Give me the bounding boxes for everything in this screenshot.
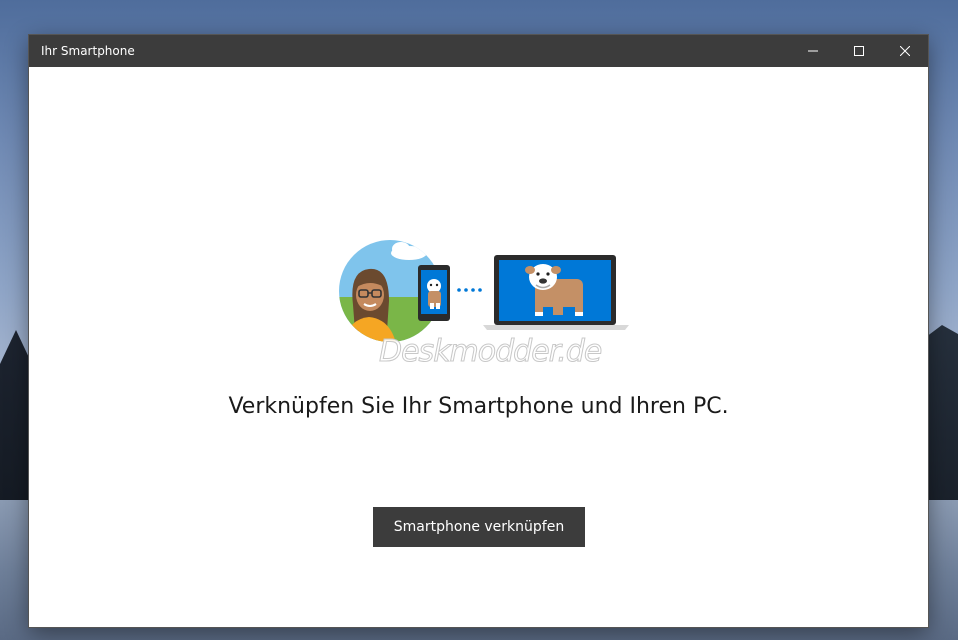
laptop-icon bbox=[483, 255, 629, 330]
content-area: Deskmodder.de Verknüpfen Sie Ihr Smartph… bbox=[29, 67, 928, 627]
maximize-icon bbox=[854, 46, 864, 56]
title-bar[interactable]: Ihr Smartphone bbox=[29, 35, 928, 67]
close-icon bbox=[900, 46, 910, 56]
watermark: Deskmodder.de bbox=[378, 334, 602, 370]
maximize-button[interactable] bbox=[836, 35, 882, 67]
minimize-button[interactable] bbox=[790, 35, 836, 67]
app-window: Ihr Smartphone Deskmodder.de Verknüpfen … bbox=[29, 35, 928, 627]
close-button[interactable] bbox=[882, 35, 928, 67]
caption-buttons bbox=[790, 35, 928, 67]
link-smartphone-button[interactable]: Smartphone verknüpfen bbox=[373, 507, 585, 547]
smartphone-icon bbox=[418, 265, 450, 321]
desktop-background: Ihr Smartphone Deskmodder.de Verknüpfen … bbox=[0, 0, 958, 640]
minimize-icon bbox=[808, 50, 818, 52]
page-heading: Verknüpfen Sie Ihr Smartphone und Ihren … bbox=[228, 394, 729, 419]
connection-dots-icon bbox=[457, 288, 482, 292]
window-title: Ihr Smartphone bbox=[41, 44, 135, 58]
